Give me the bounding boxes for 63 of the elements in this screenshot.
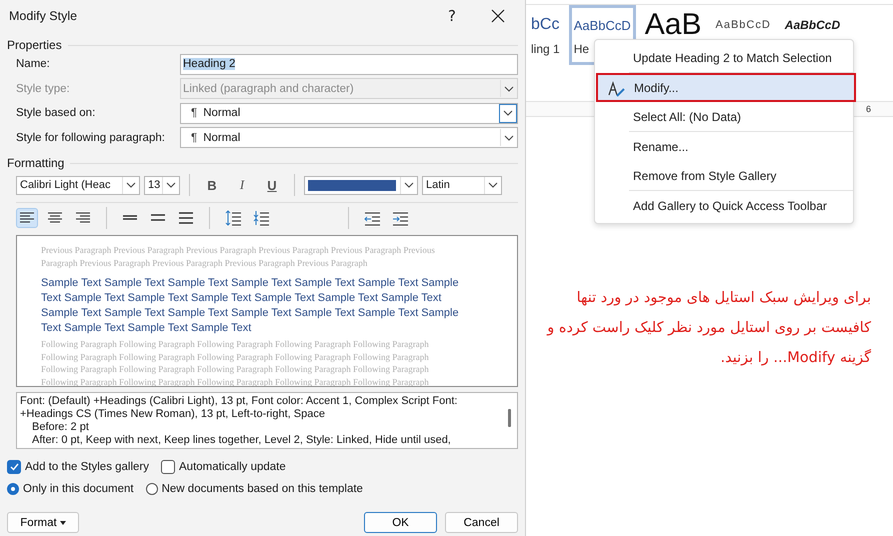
field-label: Style type: bbox=[16, 82, 71, 95]
style-dropdown[interactable]: ¶ Normal bbox=[180, 102, 518, 124]
style-dropdown[interactable]: ¶ Normal bbox=[180, 127, 518, 148]
field-label: Style for following paragraph: bbox=[16, 132, 166, 144]
italic-button[interactable]: I bbox=[229, 174, 255, 196]
font-color-dropdown[interactable] bbox=[304, 176, 418, 194]
caret-icon bbox=[60, 520, 66, 524]
section-heading: Properties bbox=[7, 38, 62, 52]
checkmark-icon bbox=[10, 463, 18, 471]
scrollbar-thumb[interactable] bbox=[508, 409, 511, 427]
radio-button[interactable] bbox=[146, 483, 158, 495]
menu-item[interactable]: Remove from Style Gallery bbox=[595, 161, 853, 190]
dropdown-button[interactable] bbox=[499, 104, 517, 123]
menu-item[interactable]: Select All: (No Data) bbox=[595, 102, 853, 131]
menu-item[interactable]: Add Gallery to Quick Access Toolbar bbox=[595, 191, 853, 220]
font-dropdown[interactable]: Calibri Light (Heac bbox=[16, 176, 140, 194]
instruction-note: برای ویرایش سبک استایل های موجود در ورد تنها کافیست بر روی استایل مورد نظر کلیک راست کرده و گزینه Modify... را بزنید. bbox=[546, 289, 871, 368]
previous-paragraph-text: Previous Paragraph Previous Paragraph Previous Paragraph Previous Paragraph Previous Paragraph Previous Paragraph Previous Paragraph Previous Paragraph Previous Paragraph Previous Paragraph bbox=[41, 244, 436, 269]
underline-button[interactable]: U bbox=[259, 174, 285, 196]
dialog-title: Modify Style bbox=[8, 9, 78, 23]
chevron-down-icon bbox=[503, 110, 513, 116]
checkbox-option[interactable]: Automatically update bbox=[161, 460, 286, 474]
description-text: Font: (Default) +Headings (Calibri Light), 13 pt, Font color: Accent 1, Complex Script Font: +Headings CS (Times New Roman), 13 pt, Left-to-right, Space bbox=[20, 395, 458, 421]
chevron-down-icon bbox=[166, 182, 176, 188]
format-button[interactable]: Format bbox=[7, 512, 79, 533]
description-text: After: 0 pt, Keep with next, Keep lines together, Level 2, Style: Linked, Hide until used, bbox=[31, 434, 452, 447]
script-dropdown[interactable]: Latin bbox=[422, 176, 502, 194]
chevron-down-icon bbox=[404, 182, 414, 188]
ok-button[interactable]: OK bbox=[364, 512, 437, 533]
chevron-down-icon bbox=[504, 86, 514, 92]
radio-option[interactable]: New documents based on this template bbox=[146, 483, 363, 495]
chevron-down-icon bbox=[504, 134, 514, 141]
double-spacing-icon bbox=[177, 210, 195, 226]
style-gallery-item[interactable]: bCc ling 1 bbox=[526, 5, 565, 65]
ruler-number: 6 bbox=[866, 104, 871, 114]
close-icon bbox=[491, 9, 505, 23]
radio-option[interactable]: Only in this document bbox=[7, 483, 134, 495]
sample-text: Sample Text Sample Text Sample Text Sample Text Sample Text Sample Text Sample Text Sample Text Sample Text Sample Text Sample Text Sample Text Sample Text Sample Text Sample Text Sample Text Sample Text Sample Text Sample Text Sample Text Sample Text Sample Text Sample Text bbox=[41, 276, 460, 336]
cancel-button[interactable]: Cancel bbox=[445, 512, 518, 533]
help-button[interactable]: ? bbox=[432, 2, 472, 30]
pilcrow-icon: ¶ bbox=[191, 107, 198, 120]
chevron-down-icon bbox=[126, 182, 136, 188]
align-left-button[interactable] bbox=[16, 208, 38, 228]
text-pencil-icon bbox=[608, 81, 626, 97]
field-label: Style based on: bbox=[16, 107, 96, 120]
checkbox-option[interactable]: Add to the Styles gallery bbox=[7, 460, 150, 474]
increase-indent-icon bbox=[391, 210, 409, 226]
pilcrow-icon: ¶ bbox=[191, 132, 198, 144]
checkbox[interactable] bbox=[7, 460, 21, 474]
checkbox[interactable] bbox=[161, 460, 176, 474]
decrease-indent-icon bbox=[363, 210, 381, 226]
menu-item[interactable]: Modify... bbox=[596, 73, 856, 102]
increase-spacing-icon bbox=[224, 210, 242, 226]
description-text: Before: 2 pt bbox=[31, 421, 90, 434]
section-heading: Formatting bbox=[7, 156, 64, 170]
font-size-dropdown[interactable]: 13 bbox=[144, 176, 180, 194]
name-input[interactable]: Heading 2 bbox=[180, 54, 518, 75]
field-label: Name: bbox=[16, 58, 51, 70]
bold-button[interactable]: B bbox=[199, 174, 225, 196]
radio-button[interactable] bbox=[7, 483, 19, 495]
decrease-spacing-icon bbox=[252, 210, 270, 226]
chevron-down-icon bbox=[488, 182, 498, 188]
menu-item[interactable]: Rename... bbox=[595, 132, 853, 161]
